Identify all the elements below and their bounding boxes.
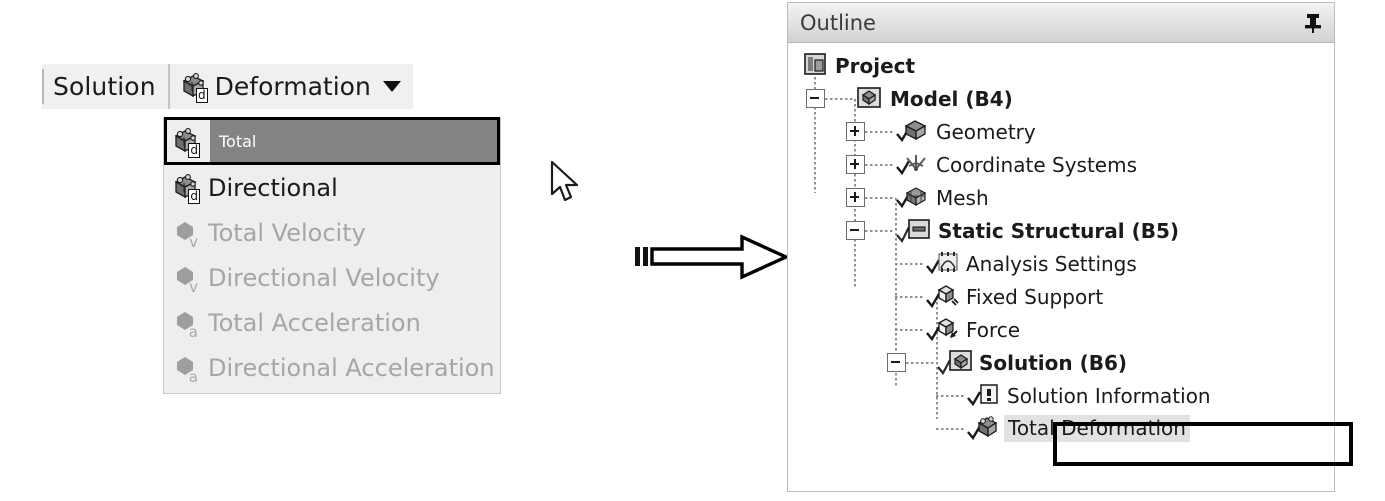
deformation-subscript: d bbox=[196, 88, 208, 103]
menu-item-label: Directional Acceleration bbox=[208, 353, 495, 382]
tree-connector bbox=[865, 229, 895, 232]
velocity-subscript: v bbox=[189, 233, 198, 251]
deformation-dropdown-button[interactable]: d Deformation bbox=[167, 64, 413, 109]
acceleration-subscript: a bbox=[188, 323, 198, 341]
tree-item-mesh[interactable]: Mesh bbox=[788, 181, 1334, 214]
tree-toggle-collapse[interactable] bbox=[846, 221, 865, 240]
tree-toggle-collapse[interactable] bbox=[887, 353, 906, 372]
tree-item-label: Geometry bbox=[936, 119, 1036, 144]
deformation-subscript: d bbox=[188, 142, 200, 158]
solution-information-icon bbox=[966, 380, 1000, 412]
tree-item-geometry[interactable]: Geometry bbox=[788, 115, 1334, 148]
tree-item-project[interactable]: Project bbox=[788, 49, 1334, 82]
tree-item-label: Solution (B6) bbox=[979, 350, 1128, 375]
chevron-down-icon[interactable] bbox=[382, 81, 401, 92]
menu-item-label: Total Acceleration bbox=[208, 308, 421, 337]
velocity-subscript: v bbox=[189, 278, 198, 296]
deformation-subscript: d bbox=[188, 189, 200, 204]
velocity-hex-icon: v bbox=[172, 218, 199, 251]
outline-panel: Outline Project Model (B4) Geometry Coor… bbox=[787, 2, 1335, 492]
tree-connector bbox=[895, 328, 925, 331]
acceleration-hex-icon: a bbox=[172, 308, 199, 341]
tree-connector bbox=[936, 394, 966, 397]
tree-item-label: Model (B4) bbox=[890, 86, 1013, 111]
deformation-dropdown-menu[interactable]: d Total d Directional v Total Velocity v… bbox=[163, 117, 501, 394]
outline-panel-header: Outline bbox=[788, 3, 1334, 43]
tree-item-solution-information[interactable]: Solution Information bbox=[788, 379, 1334, 412]
analysis-settings-icon bbox=[925, 248, 959, 280]
model-folder-icon bbox=[855, 84, 883, 114]
menu-item-directional[interactable]: d Directional bbox=[164, 165, 500, 210]
tree-item-label: Coordinate Systems bbox=[936, 152, 1137, 177]
tree-connector bbox=[895, 295, 925, 298]
menu-item-label: Total Velocity bbox=[208, 218, 366, 247]
tree-connector bbox=[865, 130, 895, 133]
menu-item-total-acceleration: a Total Acceleration bbox=[164, 300, 500, 345]
deformation-cube-icon: d bbox=[172, 127, 200, 158]
pin-icon[interactable] bbox=[1302, 11, 1324, 35]
tree-item-force[interactable]: Force bbox=[788, 313, 1334, 346]
tree-item-label: Solution Information bbox=[1007, 383, 1211, 408]
force-icon bbox=[925, 314, 959, 346]
tree-item-label: Analysis Settings bbox=[966, 251, 1137, 276]
tree-toggle-expand[interactable] bbox=[846, 122, 865, 141]
solution-folder-icon bbox=[936, 347, 972, 379]
coordinate-systems-icon bbox=[895, 149, 929, 181]
analysis-folder-icon bbox=[895, 215, 931, 247]
tree-item-label: Force bbox=[966, 317, 1021, 342]
tree-item-label: Fixed Support bbox=[966, 284, 1104, 309]
velocity-hex-icon: v bbox=[172, 263, 199, 296]
mouse-pointer-icon bbox=[550, 160, 584, 206]
tree-toggle-collapse[interactable] bbox=[806, 89, 825, 108]
tree-connector bbox=[936, 427, 966, 430]
menu-item-total[interactable]: d Total bbox=[164, 117, 500, 165]
tree-connector bbox=[906, 361, 936, 364]
tree-item-analysis-settings[interactable]: Analysis Settings bbox=[788, 247, 1334, 280]
tree-item-total-deformation[interactable]: Total Deformation bbox=[788, 412, 1334, 445]
deformation-cube-icon: d bbox=[172, 173, 200, 204]
menu-item-directional-acceleration: a Directional Acceleration bbox=[164, 345, 500, 390]
tree-toggle-expand[interactable] bbox=[846, 155, 865, 174]
mesh-icon bbox=[895, 182, 929, 214]
tree-item-solution[interactable]: Solution (B6) bbox=[788, 346, 1334, 379]
tree-connector bbox=[895, 262, 925, 265]
geometry-icon bbox=[895, 116, 929, 148]
deformation-cube-icon: d bbox=[180, 72, 208, 103]
project-folder-icon bbox=[802, 51, 828, 81]
menu-item-directional-velocity: v Directional Velocity bbox=[164, 255, 500, 300]
tree-item-label: Mesh bbox=[936, 185, 989, 210]
acceleration-subscript: a bbox=[188, 368, 198, 386]
menu-item-label: Directional Velocity bbox=[208, 263, 440, 292]
right-block-arrow-icon bbox=[634, 233, 794, 283]
tree-connector bbox=[865, 196, 895, 199]
fixed-support-icon bbox=[925, 281, 959, 313]
acceleration-hex-icon: a bbox=[172, 353, 199, 386]
tree-item-label: Project bbox=[835, 53, 916, 78]
tree-item-model[interactable]: Model (B4) bbox=[788, 82, 1334, 115]
tree-item-coordinate-systems[interactable]: Coordinate Systems bbox=[788, 148, 1334, 181]
deformation-result-icon bbox=[966, 413, 1000, 445]
toolbar-solution-label: Solution bbox=[53, 72, 156, 101]
solution-toolbar: Solution d Deformation bbox=[42, 64, 413, 109]
menu-item-total-velocity: v Total Velocity bbox=[164, 210, 500, 255]
deformation-button-label: Deformation bbox=[214, 72, 371, 101]
tree-item-label: Total Deformation bbox=[1004, 415, 1190, 442]
outline-tree[interactable]: Project Model (B4) Geometry Coordinate S… bbox=[788, 43, 1334, 490]
menu-item-label: Directional bbox=[208, 173, 338, 202]
tree-toggle-expand[interactable] bbox=[846, 188, 865, 207]
tree-item-static-structural[interactable]: Static Structural (B5) bbox=[788, 214, 1334, 247]
tree-connector bbox=[825, 97, 855, 100]
tree-item-label: Static Structural (B5) bbox=[938, 218, 1180, 243]
tree-connector bbox=[865, 163, 895, 166]
outline-panel-title: Outline bbox=[800, 10, 876, 35]
menu-item-label: Total bbox=[210, 120, 497, 162]
tree-item-fixed-support[interactable]: Fixed Support bbox=[788, 280, 1334, 313]
